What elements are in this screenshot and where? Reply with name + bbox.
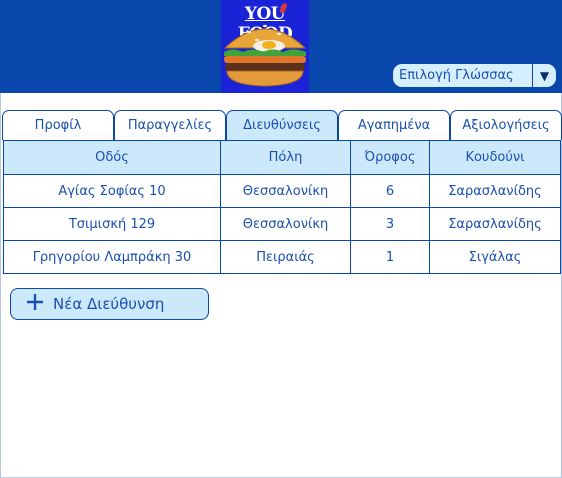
addresses-table: Οδός Πόλη Όροφος Κουδούνι Αγίας Σοφίας 1…: [3, 140, 561, 274]
tab-reviews[interactable]: Αξιολογήσεις: [450, 110, 562, 140]
column-header-city: Πόλη: [220, 140, 351, 175]
cell-doorbell: Σαρασλανίδης: [429, 207, 561, 241]
new-address-label: Νέα Διεύθυνση: [53, 295, 165, 313]
language-select-label: Επιλογή Γλώσσας: [399, 68, 514, 83]
column-header-floor: Όροφος: [350, 140, 430, 175]
cell-street: Αγίας Σοφίας 10: [3, 174, 221, 208]
tab-bar: Προφίλ Παραγγελίες Διευθύνσεις Αγαπημένα…: [2, 110, 562, 140]
cell-city: Θεσσαλονίκη: [220, 174, 351, 208]
table-header-row: Οδός Πόλη Όροφος Κουδούνι: [3, 140, 561, 175]
new-address-button[interactable]: Νέα Διεύθυνση: [10, 288, 209, 320]
you-food-logo[interactable]: YOU FOOD: [221, 0, 309, 93]
cell-doorbell: Σαρασλανίδης: [429, 174, 561, 208]
column-header-street: Οδός: [3, 140, 221, 175]
table-row[interactable]: Αγίας Σοφίας 10 Θεσσαλονίκη 6 Σαρασλανίδ…: [3, 174, 561, 208]
cell-floor: 1: [350, 240, 430, 274]
table-row[interactable]: Τσιμισκή 129 Θεσσαλονίκη 3 Σαρασλανίδης: [3, 207, 561, 241]
table-row[interactable]: Γρηγορίου Λαμπράκη 30 Πειραιάς 1 Σιγάλας: [3, 240, 561, 274]
tab-addresses[interactable]: Διευθύνσεις: [226, 110, 338, 140]
account-panel: Προφίλ Παραγγελίες Διευθύνσεις Αγαπημένα…: [0, 93, 562, 478]
cell-doorbell: Σιγάλας: [429, 240, 561, 274]
tab-favorites[interactable]: Αγαπημένα: [338, 110, 450, 140]
cell-street: Τσιμισκή 129: [3, 207, 221, 241]
cell-floor: 3: [350, 207, 430, 241]
tab-orders[interactable]: Παραγγελίες: [114, 110, 226, 140]
language-select[interactable]: Επιλογή Γλώσσας ▼: [392, 63, 557, 88]
triangle-down-icon[interactable]: ▼: [532, 64, 556, 87]
tab-profile[interactable]: Προφίλ: [2, 110, 114, 140]
burger-icon: [223, 3, 307, 87]
app-header: YOU FOOD Επιλογή Γλώσσας ▼: [0, 0, 562, 93]
cell-street: Γρηγορίου Λαμπράκη 30: [3, 240, 221, 274]
cell-city: Πειραιάς: [220, 240, 351, 274]
cell-city: Θεσσαλονίκη: [220, 207, 351, 241]
plus-icon: [23, 293, 47, 316]
cell-floor: 6: [350, 174, 430, 208]
column-header-doorbell: Κουδούνι: [429, 140, 561, 175]
